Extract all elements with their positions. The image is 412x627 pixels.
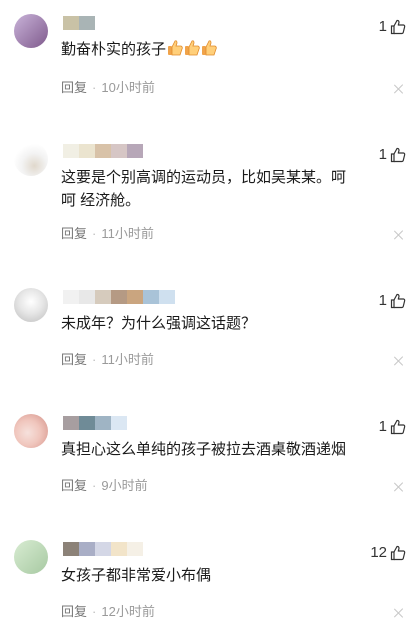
like-count: 1 <box>378 418 387 435</box>
avatar[interactable] <box>14 14 48 48</box>
username-redacted[interactable] <box>63 290 175 304</box>
close-icon[interactable] <box>394 230 404 240</box>
thumbs-up-icon <box>390 293 406 309</box>
close-icon[interactable] <box>394 482 404 492</box>
comment-meta: 回复 · 12小时前 <box>61 604 155 620</box>
avatar[interactable] <box>14 288 48 322</box>
thumbs-up-icon <box>390 147 406 163</box>
reply-button[interactable]: 回复 <box>61 226 87 241</box>
comment-text: 真担心这么单纯的孩子被拉去酒桌敬酒递烟 <box>61 441 347 458</box>
like-button[interactable]: 1 <box>379 18 406 35</box>
username-redacted[interactable] <box>63 542 143 556</box>
comment-text: 这要是个别高调的运动员，比如吴某某。呵呵 经济舱。 <box>61 169 347 209</box>
like-count: 1 <box>378 292 387 309</box>
comment-text: 勤奋朴实的孩子 <box>61 38 356 61</box>
like-button[interactable]: 12 <box>370 544 406 561</box>
close-icon[interactable] <box>394 356 404 366</box>
separator-dot: · <box>92 604 97 619</box>
reply-button[interactable]: 回复 <box>61 604 87 619</box>
avatar[interactable] <box>14 414 48 448</box>
thumbs-up-icon <box>390 419 406 435</box>
separator-dot: · <box>92 478 97 493</box>
like-count: 1 <box>378 18 387 35</box>
timestamp: 10小时前 <box>101 80 155 95</box>
reply-button[interactable]: 回复 <box>61 80 87 95</box>
separator-dot: · <box>92 226 97 241</box>
comment-text: 女孩子都非常爱小布偶 <box>61 567 212 584</box>
close-icon[interactable] <box>394 84 404 94</box>
avatar[interactable] <box>14 540 48 574</box>
timestamp: 9小时前 <box>101 478 148 493</box>
separator-dot: · <box>92 352 97 367</box>
thumbs-up-icon <box>390 545 406 561</box>
comment-text: 未成年？为什么强调这话题？ <box>61 315 257 332</box>
timestamp: 12小时前 <box>101 604 155 619</box>
timestamp: 11小时前 <box>101 226 154 241</box>
reply-button[interactable]: 回复 <box>61 352 87 367</box>
thumbs-up-icon <box>390 19 406 35</box>
username-redacted[interactable] <box>63 416 127 430</box>
like-button[interactable]: 1 <box>379 292 406 309</box>
comment-meta: 回复 · 9小时前 <box>61 478 148 494</box>
like-button[interactable]: 1 <box>379 418 406 435</box>
close-icon[interactable] <box>394 608 404 618</box>
comment-meta: 回复 · 11小时前 <box>61 352 154 368</box>
like-count: 12 <box>370 544 387 561</box>
separator-dot: · <box>92 80 97 95</box>
thumbs-up-emoji <box>166 40 217 58</box>
timestamp: 11小时前 <box>101 352 154 367</box>
like-button[interactable]: 1 <box>379 146 406 163</box>
comment-meta: 回复 · 10小时前 <box>61 80 155 96</box>
avatar[interactable] <box>14 142 48 176</box>
username-redacted[interactable] <box>63 16 95 30</box>
reply-button[interactable]: 回复 <box>61 478 87 493</box>
comment-meta: 回复 · 11小时前 <box>61 226 154 242</box>
username-redacted[interactable] <box>63 144 143 158</box>
like-count: 1 <box>378 146 387 163</box>
